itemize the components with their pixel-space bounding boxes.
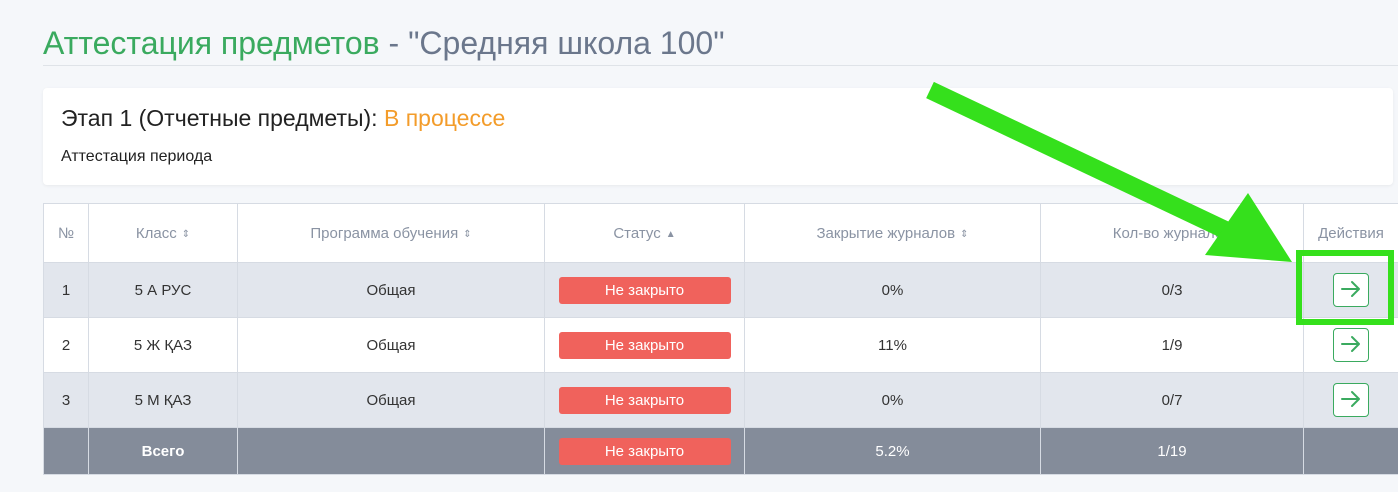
header-closing[interactable]: Закрытие журналов ⇕	[744, 203, 1041, 263]
stage-card: Этап 1 (Отчетные предметы): В процессе А…	[43, 88, 1393, 185]
cell-num: 1	[43, 262, 89, 318]
table-row: 1 5 А РУС Общая Не закрыто 0% 0/3	[43, 262, 1398, 318]
header-status[interactable]: Статус ▲	[544, 203, 745, 263]
header-count[interactable]: Кол-во журналов	[1040, 203, 1304, 263]
arrow-right-icon	[1341, 391, 1360, 408]
cell-program	[237, 427, 545, 475]
header-actions: Действия	[1303, 203, 1398, 263]
attestation-table: № Класс ⇕ Программа обучения ⇕ Статус ▲ Зак…	[43, 203, 1398, 475]
cell-num: 2	[43, 317, 89, 373]
table-row: 3 5 М ҚАЗ Общая Не закрыто 0% 0/7	[43, 372, 1398, 428]
cell-count: 0/3	[1040, 262, 1304, 318]
cell-class: 5 М ҚАЗ	[88, 372, 238, 428]
status-badge: Не закрыто	[558, 437, 731, 465]
sort-up-icon[interactable]: ▲	[666, 229, 676, 240]
cell-status: Не закрыто	[544, 317, 745, 373]
cell-status: Не закрыто	[544, 427, 745, 475]
page-title-school: "Средняя школа 100"	[408, 25, 725, 61]
stage-status: В процессе	[383, 105, 506, 131]
sort-icon[interactable]: ⇕	[182, 229, 190, 240]
open-class-button[interactable]	[1333, 273, 1369, 307]
status-badge: Не закрыто	[558, 386, 731, 414]
sort-icon[interactable]: ⇕	[463, 229, 471, 240]
cell-actions	[1303, 427, 1398, 475]
cell-actions	[1303, 372, 1398, 428]
cell-num: 3	[43, 372, 89, 428]
total-row: Всего Не закрыто 5.2% 1/19	[43, 427, 1398, 475]
cell-count: 0/7	[1040, 372, 1304, 428]
page-title-separator: -	[379, 25, 409, 61]
cell-count: 1/9	[1040, 317, 1304, 373]
cell-status: Не закрыто	[544, 262, 745, 318]
total-count: 1/19	[1040, 427, 1304, 475]
cell-program: Общая	[237, 317, 545, 373]
cell-program: Общая	[237, 372, 545, 428]
title-divider	[43, 65, 1398, 66]
cell-actions	[1303, 262, 1398, 318]
total-label: Всего	[88, 427, 238, 475]
cell-program: Общая	[237, 262, 545, 318]
page-title: Аттестация предметов - "Средняя школа 10…	[43, 22, 725, 64]
stage-title: Этап 1 (Отчетные предметы): В процессе	[61, 105, 505, 132]
stage-subtitle: Аттестация периода	[61, 148, 213, 165]
table-header-row: № Класс ⇕ Программа обучения ⇕ Статус ▲ Зак…	[43, 203, 1398, 263]
cell-status: Не закрыто	[544, 372, 745, 428]
open-class-button[interactable]	[1333, 328, 1369, 362]
page-title-main: Аттестация предметов	[43, 25, 380, 61]
total-closing: 5.2%	[744, 427, 1041, 475]
cell-closing: 11%	[744, 317, 1041, 373]
arrow-right-icon	[1341, 281, 1360, 298]
cell-num	[43, 427, 89, 475]
stage-title-label: Этап 1 (Отчетные предметы):	[61, 105, 384, 131]
cell-class: 5 Ж ҚАЗ	[88, 317, 238, 373]
cell-closing: 0%	[744, 262, 1041, 318]
header-num: №	[43, 203, 89, 263]
header-program[interactable]: Программа обучения ⇕	[237, 203, 545, 263]
cell-class: 5 А РУС	[88, 262, 238, 318]
table-row: 2 5 Ж ҚАЗ Общая Не закрыто 11% 1/9	[43, 317, 1398, 373]
cell-closing: 0%	[744, 372, 1041, 428]
open-class-button[interactable]	[1333, 383, 1369, 417]
status-badge: Не закрыто	[558, 276, 731, 304]
cell-actions	[1303, 317, 1398, 373]
sort-icon[interactable]: ⇕	[960, 229, 968, 240]
status-badge: Не закрыто	[558, 331, 731, 359]
header-class[interactable]: Класс ⇕	[88, 203, 238, 263]
arrow-right-icon	[1341, 336, 1360, 353]
